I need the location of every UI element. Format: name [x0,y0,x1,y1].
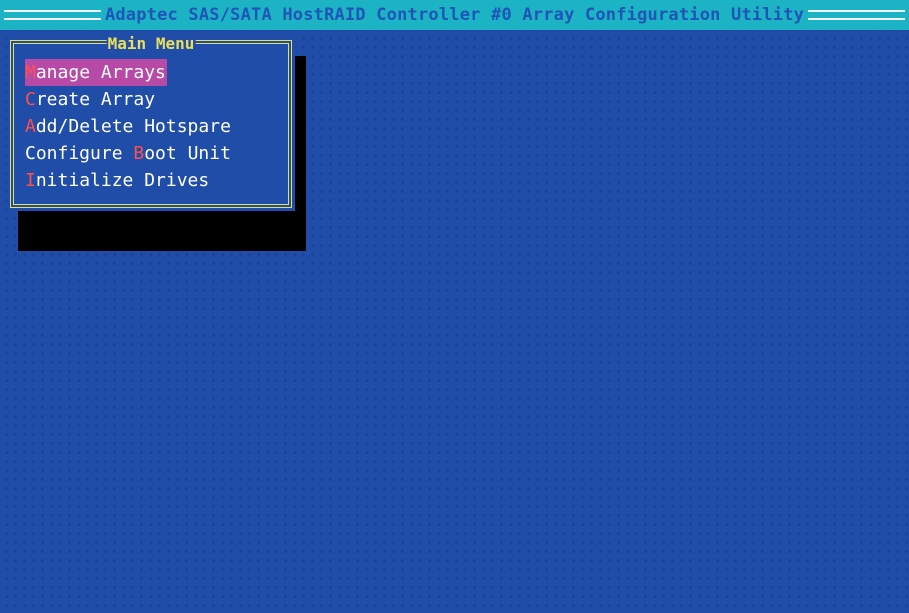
hotkey-letter: C [25,89,36,110]
bios-screen: Adaptec SAS/SATA HostRAID Controller #0 … [0,0,909,613]
menu-item-configure-boot-unit[interactable]: Configure Boot Unit [25,140,232,167]
menu-item-manage-arrays[interactable]: Manage Arrays [25,59,232,86]
title-bar: Adaptec SAS/SATA HostRAID Controller #0 … [0,0,909,30]
main-menu-list: Manage Arrays Create Array Add/Delete Ho… [25,59,232,194]
menu-item-initialize-drives[interactable]: Initialize Drives [25,167,232,194]
hotkey-letter: A [25,116,36,137]
menu-item-label: nitialize Drives [35,170,210,191]
menu-item-label: reate Array [35,89,156,110]
hotkey-letter: I [25,170,36,191]
utility-title: Adaptec SAS/SATA HostRAID Controller #0 … [104,5,805,25]
main-menu: Main Menu Manage Arrays Create Array Add… [7,34,295,211]
hotkey-letter: B [133,143,145,164]
menu-item-prefix: Configure [25,143,134,164]
hotkey-letter: M [25,62,36,83]
menu-item-label: anage Arrays [35,62,166,83]
menu-item-create-array[interactable]: Create Array [25,86,232,113]
menu-item-label: oot Unit [144,143,231,164]
menu-item-add-delete-hotspare[interactable]: Add/Delete Hotspare [25,113,232,140]
title-bar-left-rule [4,10,101,20]
menu-item-label: dd/Delete Hotspare [35,116,231,137]
title-bar-right-rule [808,10,906,20]
main-menu-title: Main Menu [106,34,196,53]
